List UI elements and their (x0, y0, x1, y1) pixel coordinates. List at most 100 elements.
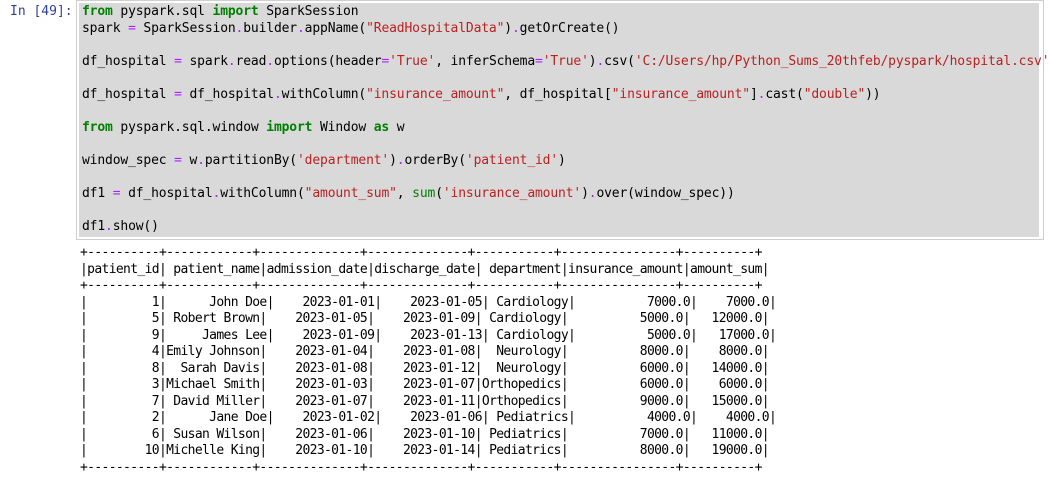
code-token: = (174, 86, 182, 102)
code-cell[interactable]: from pyspark.sql import SparkSession spar… (76, 0, 1050, 240)
code-token: "amount_sum" (304, 185, 397, 201)
code-token: window_spec (82, 152, 175, 168)
code-token: read (235, 53, 267, 69)
code-token: "insurance_amount" (611, 86, 750, 102)
output-data-row: | 6| Susan Wilson| 2023-01-06| 2023-01-1… (80, 426, 770, 442)
code-token: df_hospital (82, 53, 175, 69)
code-token: . (266, 53, 274, 69)
code-token: spark (82, 20, 129, 36)
code-token: = (174, 152, 182, 168)
code-token: ) (389, 152, 397, 168)
code-line: df1.show() (82, 219, 1050, 236)
code-token: df_hospital (82, 86, 175, 102)
code-token: , (396, 185, 413, 201)
code-token: . (511, 20, 520, 36)
code-token: as (373, 119, 390, 135)
cell-prompt: In [49]: (10, 4, 73, 19)
output-data-row: | 9| James Lee| 2023-01-09| 2023-01-13| … (80, 327, 777, 343)
code-token: withColumn( (281, 86, 367, 102)
output-border-row: +----------+------------+--------------+… (80, 278, 762, 293)
output-data-row: | 10|Michelle King| 2023-01-10| 2023-01-… (80, 443, 770, 458)
code-token: withColumn( (220, 185, 305, 201)
code-token: = (174, 53, 182, 69)
code-token: builder (243, 20, 297, 36)
code-token: options(header (273, 53, 382, 69)
code-token: w (181, 152, 198, 168)
code-token: ( (435, 185, 443, 201)
output-data-row: | 8| Sarah Davis| 2023-01-08| 2023-01-12… (80, 360, 770, 376)
code-token: . (296, 20, 305, 36)
code-token: "ReadHospitalData" (366, 20, 505, 36)
code-token: from (82, 4, 113, 19)
code-token: . (596, 53, 605, 69)
code-token: SparkSession (135, 20, 236, 36)
code-line: df1 = df_hospital.withColumn("amount_sum… (82, 186, 1050, 203)
code-line: window_spec = w.partitionBy('department'… (82, 153, 1050, 170)
code-line: df_hospital = spark.read.options(header=… (82, 54, 1050, 71)
code-token: csv( (604, 53, 635, 69)
code-token: 'C:/Users/hp/Python_Sums_20thfeb/pyspark… (634, 53, 1050, 69)
code-token: ] (749, 86, 758, 102)
code-token: import (212, 4, 259, 19)
code-token: getOrCreate() (519, 20, 620, 36)
output-data-row: | 7| David Miller| 2023-01-07| 2023-01-1… (80, 393, 770, 409)
code-token: "double" (803, 86, 866, 102)
code-token: "insurance_amount" (366, 86, 505, 102)
output-header-row: |patient_id| patient_name|admission_date… (80, 261, 770, 277)
code-line: from pyspark.sql import SparkSession (82, 4, 1050, 21)
code-token: ) (558, 152, 566, 168)
output-data-row: | 4|Emily Johnson| 2023-01-04| 2023-01-0… (80, 344, 770, 359)
code-token: df1 (82, 185, 113, 201)
output-data-row: | 1| John Doe| 2023-01-01| 2023-01-05| C… (80, 294, 777, 310)
code-token: orderBy( (404, 152, 466, 168)
code-token: over(window_spec)) (596, 185, 735, 201)
code-token: 'True' (389, 53, 436, 69)
code-token: 'patient_id' (465, 152, 559, 168)
code-token: 'insurance_amount' (442, 185, 582, 201)
code-token: Window (312, 119, 374, 135)
output-data-row: | 3|Michael Smith| 2023-01-03| 2023-01-0… (80, 377, 770, 392)
code-token: 'department' (296, 152, 390, 168)
code-token: ) (504, 20, 512, 36)
code-token: w (389, 119, 405, 135)
code-token: , inferSchema (435, 53, 535, 69)
code-token: appName( (304, 20, 367, 36)
code-token: from (82, 119, 113, 135)
code-token: df_hospital (120, 185, 213, 201)
code-token: = (381, 53, 390, 69)
code-line: spark = SparkSession.builder.appName("Re… (82, 21, 1050, 38)
output-border-row: +----------+------------+--------------+… (80, 459, 762, 475)
code-token: show() (112, 218, 159, 234)
code-token: sum (412, 185, 436, 201)
code-token: . (105, 218, 113, 234)
code-token: . (227, 53, 236, 69)
code-token: df_hospital (181, 86, 274, 102)
code-token: import (266, 119, 313, 135)
code-token: pyspark.sql.window (112, 119, 267, 135)
code-token: ) (581, 185, 589, 201)
code-token: df1 (82, 218, 106, 234)
code-token: = (535, 53, 543, 69)
code-editor[interactable]: from pyspark.sql import SparkSession spar… (82, 4, 1050, 235)
code-token: partitionBy( (204, 152, 297, 168)
output-data-row: | 2| Jane Doe| 2023-01-02| 2023-01-06| P… (80, 410, 777, 425)
code-token: SparkSession (258, 4, 359, 19)
code-token: . (197, 152, 205, 168)
output-border-row: +----------+------------+--------------+… (80, 245, 762, 260)
code-token: , df_hospital[ (504, 86, 612, 102)
code-token: = (128, 20, 136, 36)
code-token: pyspark.sql (112, 4, 213, 19)
code-token: 'True' (542, 53, 589, 69)
code-line: from pyspark.sql.window import Window as… (82, 120, 1050, 137)
code-token: cast( (765, 86, 804, 102)
code-line: df_hospital = df_hospital.withColumn("in… (82, 87, 1050, 104)
cell-output: +----------+------------+--------------+… (80, 245, 777, 476)
code-token: spark (181, 53, 228, 69)
code-token: )) (865, 86, 881, 102)
